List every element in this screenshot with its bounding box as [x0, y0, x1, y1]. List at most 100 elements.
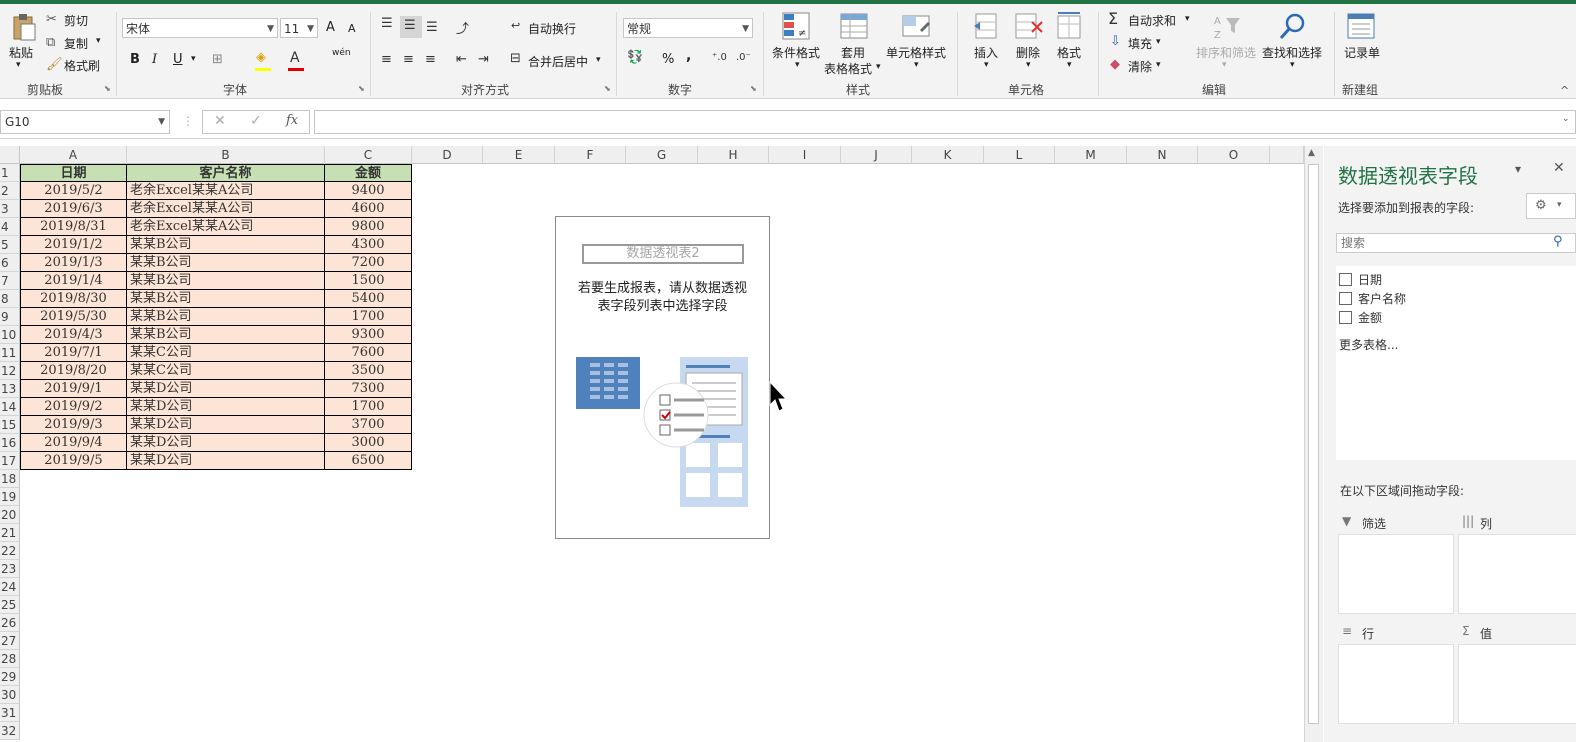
table-cell[interactable]: 老余Excel某某A公司	[127, 200, 325, 218]
close-pane-button[interactable]: ✕	[1553, 160, 1565, 176]
row-header[interactable]: 6	[0, 254, 20, 272]
insert-button[interactable]: 插入	[974, 44, 998, 61]
row-header[interactable]: 14	[0, 398, 20, 416]
increase-decimal-icon[interactable]: ⁺.0	[712, 52, 727, 63]
table-cell[interactable]: 9300	[325, 326, 412, 344]
field-checkbox-amount[interactable]	[1339, 311, 1352, 324]
rows-drop-area[interactable]	[1338, 644, 1454, 724]
name-box[interactable]: G10 ▼	[0, 110, 170, 134]
table-cell[interactable]: 9800	[325, 218, 412, 236]
table-cell[interactable]: 7200	[325, 254, 412, 272]
number-launcher-icon[interactable]: ⬊	[750, 84, 757, 93]
shrink-font-button[interactable]: A	[348, 22, 356, 35]
delete-button[interactable]: 删除	[1016, 44, 1040, 61]
row-header[interactable]: 21	[0, 524, 20, 542]
pane-options-menu[interactable]: ▾	[1515, 162, 1521, 176]
italic-button[interactable]: I	[152, 52, 157, 67]
fill-color-icon[interactable]: ◈	[256, 50, 266, 65]
row-header[interactable]: 13	[0, 380, 20, 398]
row-header[interactable]: 27	[0, 632, 20, 650]
merge-dropdown-icon[interactable]: ▾	[596, 55, 601, 65]
paste-dropdown-icon[interactable]: ▾	[16, 60, 21, 70]
sort-filter-dropdown-icon[interactable]: ▾	[1222, 60, 1227, 70]
row-header[interactable]: 25	[0, 596, 20, 614]
table-cell[interactable]: 4300	[325, 236, 412, 254]
field-checkbox-customer[interactable]	[1339, 292, 1352, 305]
table-cell[interactable]: 1500	[325, 272, 412, 290]
table-cell[interactable]: 6500	[325, 452, 412, 470]
copy-button[interactable]: 复制	[64, 35, 88, 52]
row-header[interactable]: 1	[0, 164, 20, 182]
sort-filter-button[interactable]: 排序和筛选	[1196, 44, 1256, 61]
underline-dropdown-icon[interactable]: ▾	[191, 54, 196, 64]
table-cell[interactable]: 2019/9/3	[20, 416, 127, 434]
field-label-date[interactable]: 日期	[1358, 271, 1382, 288]
column-header[interactable]: H	[698, 146, 769, 164]
column-header[interactable]: M	[1055, 146, 1127, 164]
table-cell[interactable]: 2019/1/4	[20, 272, 127, 290]
format-painter-button[interactable]: 格式刷	[64, 57, 100, 74]
row-header[interactable]: 11	[0, 344, 20, 362]
table-cell[interactable]: 2019/4/3	[20, 326, 127, 344]
conditional-format-button[interactable]: 条件格式	[772, 44, 820, 61]
table-cell[interactable]: 2019/7/1	[20, 344, 127, 362]
row-header[interactable]: 17	[0, 452, 20, 470]
column-header[interactable]: F	[555, 146, 626, 164]
row-header[interactable]: 28	[0, 650, 20, 668]
align-bottom-icon[interactable]: ☰	[426, 20, 438, 35]
row-header[interactable]: 24	[0, 578, 20, 596]
collapse-ribbon-icon[interactable]: ^	[1560, 84, 1569, 97]
find-select-button[interactable]: 查找和选择	[1262, 44, 1322, 61]
increase-indent-icon[interactable]: ⇥	[478, 52, 489, 67]
form-button[interactable]: 记录单	[1344, 44, 1380, 61]
table-header-cell[interactable]: 金额	[325, 164, 412, 182]
table-cell[interactable]: 2019/5/30	[20, 308, 127, 326]
cancel-entry-button[interactable]: ✕	[214, 113, 226, 129]
table-cell[interactable]: 3500	[325, 362, 412, 380]
row-header[interactable]: 8	[0, 290, 20, 308]
row-header[interactable]: 19	[0, 488, 20, 506]
align-center-icon[interactable]: ≡	[403, 52, 414, 67]
cell-styles-dropdown-icon[interactable]: ▾	[914, 60, 919, 70]
table-cell[interactable]: 某某D公司	[127, 452, 325, 470]
row-header[interactable]: 4	[0, 218, 20, 236]
clipboard-launcher-icon[interactable]: ⬊	[104, 84, 111, 93]
phonetic-button[interactable]: wén	[332, 48, 351, 58]
autosum-button[interactable]: 自动求和	[1128, 12, 1176, 29]
row-header[interactable]: 12	[0, 362, 20, 380]
row-header[interactable]: 15	[0, 416, 20, 434]
scroll-up-icon[interactable]: ▲	[1308, 148, 1315, 158]
number-format-select[interactable]: 常规 ▼	[623, 18, 753, 38]
row-header[interactable]: 31	[0, 704, 20, 722]
row-header[interactable]: 32	[0, 722, 20, 740]
align-right-icon[interactable]: ≡	[425, 52, 436, 67]
row-header[interactable]: 16	[0, 434, 20, 452]
fill-dropdown-icon[interactable]: ▾	[1156, 37, 1161, 47]
row-header[interactable]: 29	[0, 668, 20, 686]
cut-button[interactable]: 剪切	[64, 12, 88, 29]
table-cell[interactable]: 某某B公司	[127, 254, 325, 272]
table-cell[interactable]: 某某C公司	[127, 362, 325, 380]
column-header[interactable]: A	[20, 146, 127, 164]
orientation-icon[interactable]: ⤴	[456, 18, 469, 37]
more-tables-link[interactable]: 更多表格...	[1339, 336, 1398, 353]
table-cell[interactable]: 某某D公司	[127, 398, 325, 416]
column-header[interactable]: N	[1127, 146, 1198, 164]
table-cell[interactable]: 3000	[325, 434, 412, 452]
row-header[interactable]: 2	[0, 182, 20, 200]
field-label-customer[interactable]: 客户名称	[1358, 290, 1406, 307]
format-table-line2[interactable]: 表格格式	[824, 60, 872, 77]
wrap-text-button[interactable]: 自动换行	[528, 20, 576, 37]
row-header[interactable]: 26	[0, 614, 20, 632]
row-header[interactable]: 5	[0, 236, 20, 254]
field-search-input[interactable]	[1339, 235, 1543, 251]
currency-icon[interactable]: 💱	[627, 50, 643, 65]
table-cell[interactable]: 1700	[325, 308, 412, 326]
cell-styles-button[interactable]: 单元格样式	[886, 44, 946, 61]
comma-button[interactable]: ,	[686, 48, 691, 64]
table-cell[interactable]: 4600	[325, 200, 412, 218]
font-name-select[interactable]: 宋体 ▼	[122, 18, 278, 38]
table-cell[interactable]: 2019/8/30	[20, 290, 127, 308]
table-cell[interactable]: 2019/8/20	[20, 362, 127, 380]
column-header[interactable]: I	[769, 146, 841, 164]
